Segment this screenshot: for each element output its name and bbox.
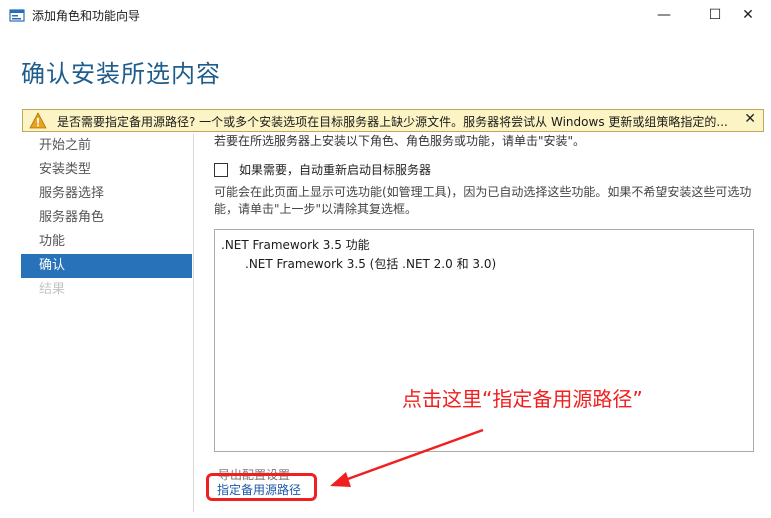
wizard-window: 添加角色和功能向导 — ☐ ✕ 确认安装所选内容 是否需要指定备用源路径? 一个… xyxy=(0,0,771,518)
annotation-arrow-icon xyxy=(330,428,484,487)
